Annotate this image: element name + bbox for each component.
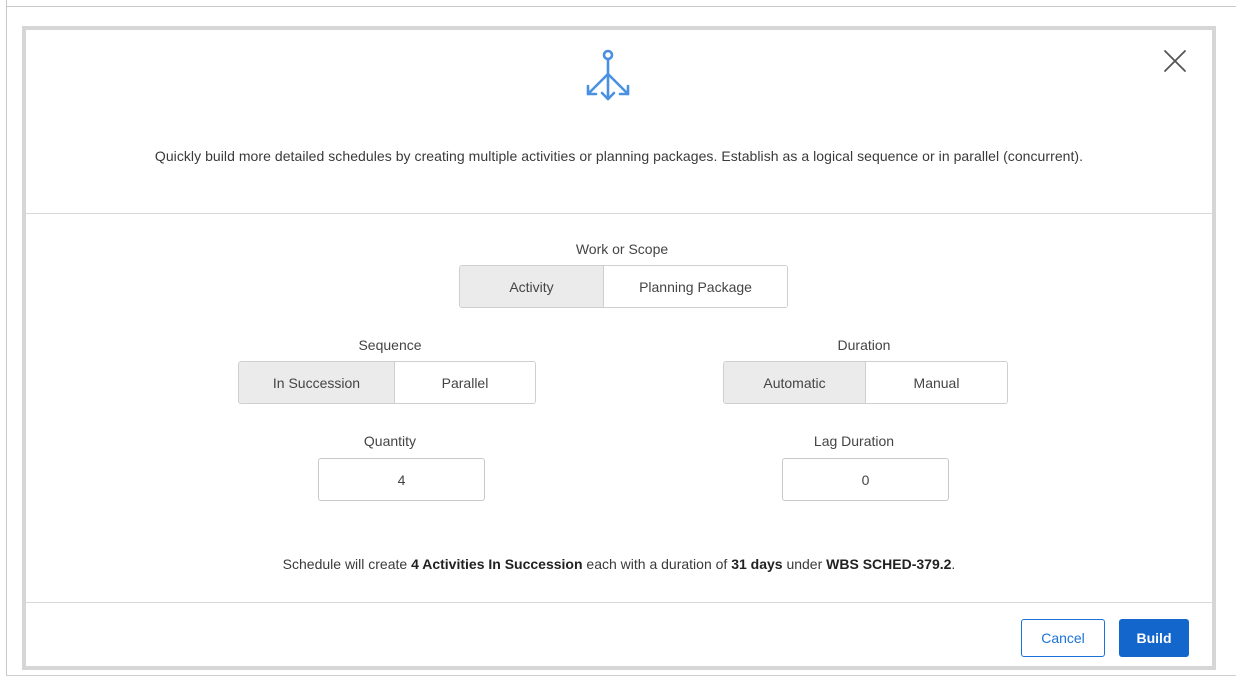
dialog-footer: Cancel Build (26, 602, 1212, 671)
lag-duration-label: Lag Duration (813, 433, 895, 449)
sequence-toggle: In Succession Parallel (238, 361, 536, 404)
summary-mid: each with a duration of (582, 556, 732, 572)
close-icon[interactable] (1160, 46, 1190, 76)
duration-label: Duration (837, 337, 891, 353)
backdrop-bottom-strip (6, 675, 1236, 688)
bulk-create-dialog: Quickly build more detailed schedules by… (22, 26, 1216, 670)
option-parallel[interactable]: Parallel (394, 362, 535, 403)
summary-count-type: 4 Activities In Succession (411, 556, 583, 572)
build-button[interactable]: Build (1119, 619, 1189, 657)
backdrop-edge (6, 6, 1236, 7)
summary-wbs: WBS SCHED-379.2 (826, 556, 952, 572)
option-activity[interactable]: Activity (460, 266, 603, 307)
dialog-body: Work or Scope Activity Planning Package … (26, 214, 1212, 602)
schedule-summary: Schedule will create 4 Activities In Suc… (26, 556, 1212, 572)
sequence-label: Sequence (358, 337, 422, 353)
summary-prefix: Schedule will create (282, 556, 412, 572)
backdrop-edge (6, 0, 7, 687)
work-scope-label: Work or Scope (575, 241, 669, 257)
option-planning-package[interactable]: Planning Package (603, 266, 787, 307)
quantity-label: Quantity (363, 433, 417, 449)
option-automatic[interactable]: Automatic (724, 362, 865, 403)
summary-under: under (782, 556, 827, 572)
cancel-button[interactable]: Cancel (1021, 619, 1105, 657)
summary-days: 31 days (731, 556, 783, 572)
option-in-succession[interactable]: In Succession (239, 362, 394, 403)
branch-split-icon (580, 46, 636, 106)
lag-duration-input[interactable] (782, 458, 949, 501)
duration-toggle: Automatic Manual (723, 361, 1008, 404)
dialog-header: Quickly build more detailed schedules by… (26, 30, 1212, 214)
quantity-input[interactable] (318, 458, 485, 501)
summary-suffix: . (951, 556, 956, 572)
work-scope-toggle: Activity Planning Package (459, 265, 788, 308)
option-manual[interactable]: Manual (865, 362, 1007, 403)
dialog-description: Quickly build more detailed schedules by… (154, 148, 1084, 164)
